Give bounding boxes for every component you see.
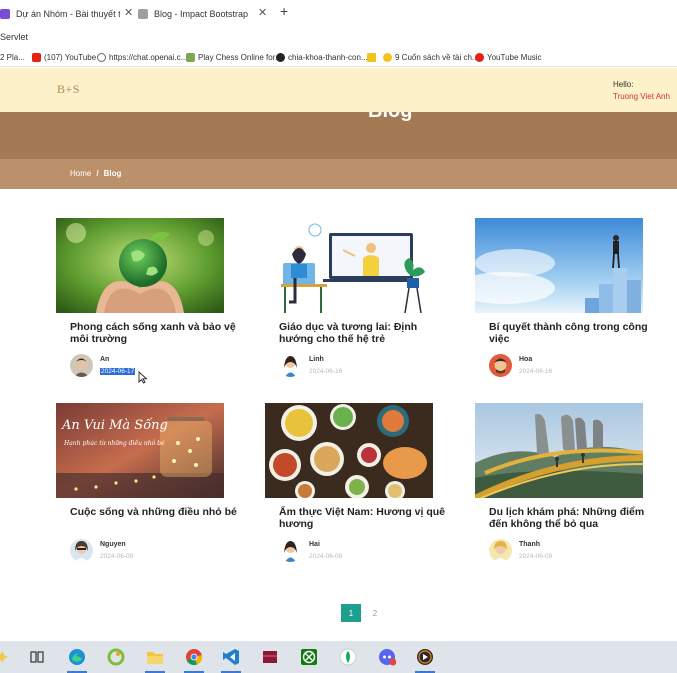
post-author: Hoa bbox=[519, 356, 533, 363]
post-date: 2024-06-16 bbox=[309, 368, 343, 375]
task-view-icon[interactable] bbox=[27, 647, 47, 667]
online-teaching-image bbox=[265, 218, 433, 313]
post-date: 2024-06-09 bbox=[309, 553, 343, 560]
post-thumbnail-vietnamese-food[interactable] bbox=[265, 403, 433, 498]
avatar bbox=[70, 354, 93, 377]
youtube-music-icon bbox=[475, 52, 484, 62]
post-author: Hai bbox=[309, 541, 320, 548]
green-earth-image bbox=[56, 218, 224, 313]
close-icon[interactable]: ✕ bbox=[124, 6, 133, 19]
tab-group-presentation[interactable]: Dự án Nhóm - Bài thuyết trình bbox=[0, 0, 120, 27]
youtube-icon bbox=[32, 52, 41, 62]
post-date: 2024-06-16 bbox=[519, 368, 553, 375]
jar-caption-line2: Hạnh phúc từ những điều nhỏ bé bbox=[63, 439, 165, 447]
post-author: An bbox=[100, 356, 110, 363]
post-thumbnail-small-things[interactable]: An Vui Mà Sống Hạnh phúc từ những điều n… bbox=[56, 403, 224, 498]
taskbar bbox=[0, 641, 677, 673]
post-thumbnail-green-earth[interactable] bbox=[56, 218, 224, 313]
globe-icon bbox=[97, 52, 106, 62]
tab-title: Blog - Impact Bootstrap Tem bbox=[154, 8, 250, 19]
edge-icon[interactable] bbox=[67, 647, 87, 667]
cursor-icon bbox=[138, 371, 147, 384]
page-2-button[interactable]: 2 bbox=[365, 604, 385, 622]
post-title[interactable]: Du lịch khám phá: Những điểm đến không t… bbox=[489, 506, 659, 530]
post-date: 2024-06-09 bbox=[519, 553, 553, 560]
chess-icon bbox=[186, 52, 195, 62]
post-author: Nguyen bbox=[100, 541, 126, 548]
vietnamese-food-image bbox=[265, 403, 433, 498]
post-title[interactable]: Cuộc sống và những điều nhỏ bé bbox=[70, 506, 240, 518]
bookmark-item[interactable]: 2 Pla... bbox=[0, 51, 25, 63]
breadcrumb-bar: Home / Blog bbox=[0, 159, 677, 189]
xbox-icon[interactable] bbox=[299, 647, 319, 667]
bookmark-n[interactable] bbox=[367, 51, 379, 63]
jar-caption-line1: An Vui Mà Sống bbox=[61, 417, 168, 433]
winrar-icon[interactable] bbox=[260, 647, 280, 667]
post-author: Thanh bbox=[519, 541, 540, 548]
post-thumbnail-online-teaching[interactable] bbox=[265, 218, 433, 313]
file-explorer-icon[interactable] bbox=[145, 647, 165, 667]
pagination: 1 2 bbox=[341, 604, 385, 622]
bookmark-chess[interactable]: Play Chess Online for... bbox=[186, 51, 282, 63]
breadcrumb: Home / Blog bbox=[70, 169, 121, 178]
breadcrumb-separator: / bbox=[96, 169, 99, 178]
post-author: Linh bbox=[309, 356, 324, 363]
page-icon bbox=[138, 8, 148, 19]
avatar bbox=[489, 354, 512, 377]
slides-icon bbox=[0, 8, 10, 19]
tab-blog[interactable]: Blog - Impact Bootstrap Tem bbox=[138, 0, 250, 27]
site-logo[interactable]: B+S bbox=[57, 82, 80, 97]
site-header: B+S Hello: Truong Viet Anh bbox=[0, 68, 677, 112]
greenshot-icon[interactable] bbox=[106, 647, 126, 667]
n-icon bbox=[367, 52, 376, 62]
avatar bbox=[279, 539, 302, 562]
avatar bbox=[279, 354, 302, 377]
page-1-button[interactable]: 1 bbox=[341, 604, 361, 622]
breadcrumb-current: Blog bbox=[103, 169, 122, 178]
bookmark-books[interactable]: 9 Cuốn sách về tài ch... bbox=[383, 51, 479, 63]
post-thumbnail-travel[interactable] bbox=[475, 403, 643, 498]
close-icon[interactable]: ✕ bbox=[258, 6, 267, 19]
post-title[interactable]: Giáo dục và tương lai: Định hướng cho th… bbox=[279, 321, 449, 345]
businessman-stairs-image bbox=[475, 218, 643, 313]
post-title[interactable]: Phong cách sống xanh và bảo vệ môi trườn… bbox=[70, 321, 240, 345]
bookmark-github[interactable]: chia-khoa-thanh-con... bbox=[276, 51, 368, 63]
tab-title: Dự án Nhóm - Bài thuyết trình bbox=[16, 8, 120, 19]
breadcrumb-home-link[interactable]: Home bbox=[70, 169, 91, 178]
post-title[interactable]: Bí quyết thành công trong công việc bbox=[489, 321, 659, 345]
hero-banner: Blog bbox=[0, 112, 677, 159]
bookmark-youtube[interactable]: (107) YouTube bbox=[32, 51, 96, 63]
chrome-icon[interactable] bbox=[184, 647, 204, 667]
page-title: Blog bbox=[368, 112, 412, 123]
browser-tab-strip: Dự án Nhóm - Bài thuyết trình ✕ Blog - I… bbox=[0, 0, 677, 27]
bookmarks-bar: 2 Pla... (107) YouTube https://chat.open… bbox=[0, 47, 677, 67]
post-date: 2024-06-17 bbox=[100, 368, 136, 375]
fairy-light-jar-image: An Vui Mà Sống Hạnh phúc từ những điều n… bbox=[56, 403, 224, 498]
avatar bbox=[489, 539, 512, 562]
address-text: Servlet bbox=[0, 32, 29, 42]
media-player-icon[interactable] bbox=[415, 647, 435, 667]
post-title[interactable]: Ẩm thực Việt Nam: Hương vị quê hương bbox=[279, 506, 449, 530]
copilot-icon[interactable] bbox=[0, 647, 12, 667]
greeting-label: Hello: bbox=[613, 80, 634, 89]
avatar bbox=[70, 539, 93, 562]
address-row[interactable]: Servlet bbox=[0, 27, 677, 47]
post-thumbnail-success[interactable] bbox=[475, 218, 643, 313]
mongodb-icon[interactable] bbox=[338, 647, 358, 667]
books-icon bbox=[383, 52, 392, 62]
vscode-icon[interactable] bbox=[221, 647, 241, 667]
discord-icon[interactable] bbox=[377, 647, 397, 667]
username-link[interactable]: Truong Viet Anh bbox=[613, 92, 670, 101]
github-icon bbox=[276, 52, 285, 62]
post-date: 2024-06-09 bbox=[100, 553, 134, 560]
golden-bridge-image bbox=[475, 403, 643, 498]
new-tab-button[interactable]: + bbox=[280, 3, 288, 19]
bookmark-youtube-music[interactable]: YouTube Music bbox=[475, 51, 542, 63]
bookmark-chatgpt[interactable]: https://chat.openai.c... bbox=[97, 51, 187, 63]
